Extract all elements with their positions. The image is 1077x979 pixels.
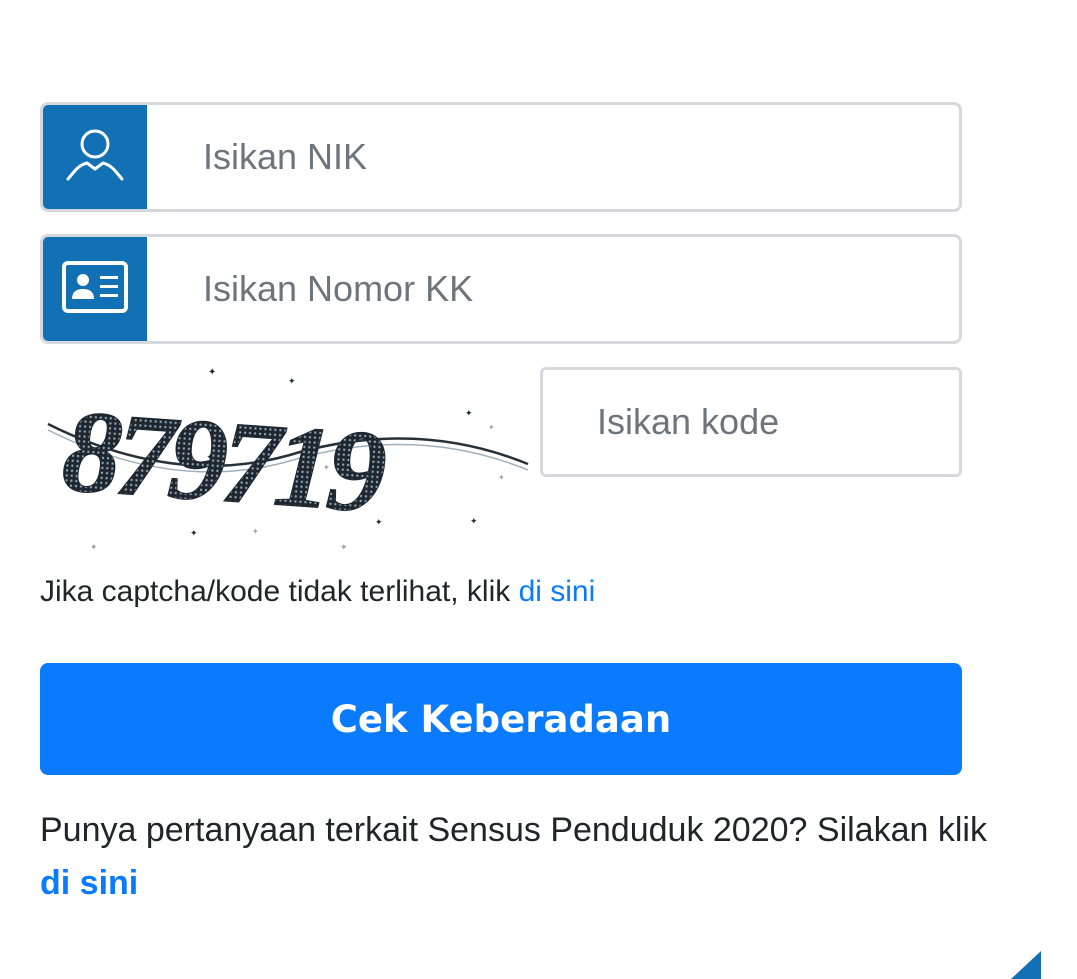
captcha-code-text: 879719 (58, 385, 388, 538)
svg-text:✦: ✦ (488, 423, 495, 432)
nik-input[interactable] (147, 105, 959, 209)
captcha-help-text: Jika captcha/kode tidak terlihat, klik d… (40, 575, 595, 609)
svg-text:✦: ✦ (340, 542, 348, 552)
page: ✦ ✦ ✦ ✦ ✦ ✦ ✦ ✦ ✦ ✦ ✦ ✦ ✦ 879719 Jika ca… (0, 0, 1077, 979)
corner-decoration (1011, 951, 1041, 979)
captcha-image: ✦ ✦ ✦ ✦ ✦ ✦ ✦ ✦ ✦ ✦ ✦ ✦ ✦ 879719 (40, 360, 532, 560)
captcha-code-field (540, 367, 962, 477)
nik-addon (43, 105, 147, 209)
captcha-help-label: Jika captcha/kode tidak terlihat, klik (40, 575, 519, 608)
faq-text: Punya pertanyaan terkait Sensus Penduduk… (40, 804, 1000, 910)
kk-input-group (40, 234, 962, 344)
nik-input-group (40, 102, 962, 212)
captcha-reload-link[interactable]: di sini (519, 575, 596, 608)
kk-addon (43, 237, 147, 341)
faq-label: Punya pertanyaan terkait Sensus Penduduk… (40, 811, 987, 849)
svg-text:✦: ✦ (208, 367, 216, 378)
svg-text:✦: ✦ (190, 528, 198, 538)
captcha-code-input[interactable] (543, 370, 959, 474)
user-icon (65, 127, 125, 188)
check-existence-button[interactable]: Cek Keberadaan (40, 663, 962, 775)
faq-link[interactable]: di sini (40, 864, 138, 902)
id-card-icon (62, 260, 128, 318)
svg-text:✦: ✦ (470, 516, 478, 526)
svg-text:✦: ✦ (288, 376, 296, 386)
kk-input[interactable] (147, 237, 959, 341)
svg-text:✦: ✦ (465, 408, 473, 418)
svg-text:✦: ✦ (90, 542, 98, 552)
svg-text:✦: ✦ (498, 473, 505, 482)
